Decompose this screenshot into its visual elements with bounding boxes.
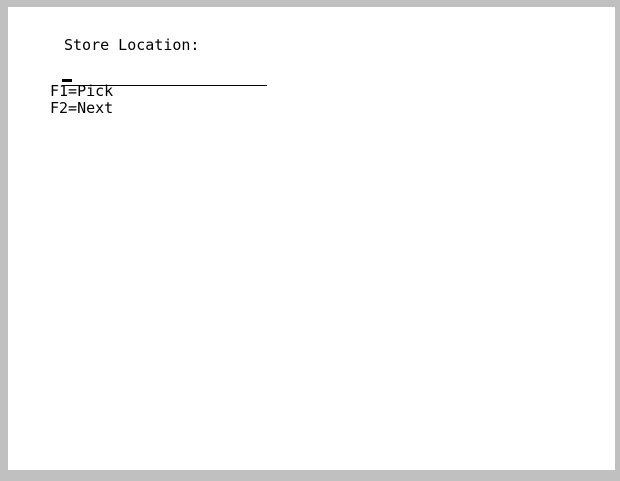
store-location-label: Store Location: (64, 36, 200, 54)
f1-pick-key[interactable]: F1=Pick (50, 83, 113, 100)
f2-next-key[interactable]: F2=Next (50, 100, 113, 117)
